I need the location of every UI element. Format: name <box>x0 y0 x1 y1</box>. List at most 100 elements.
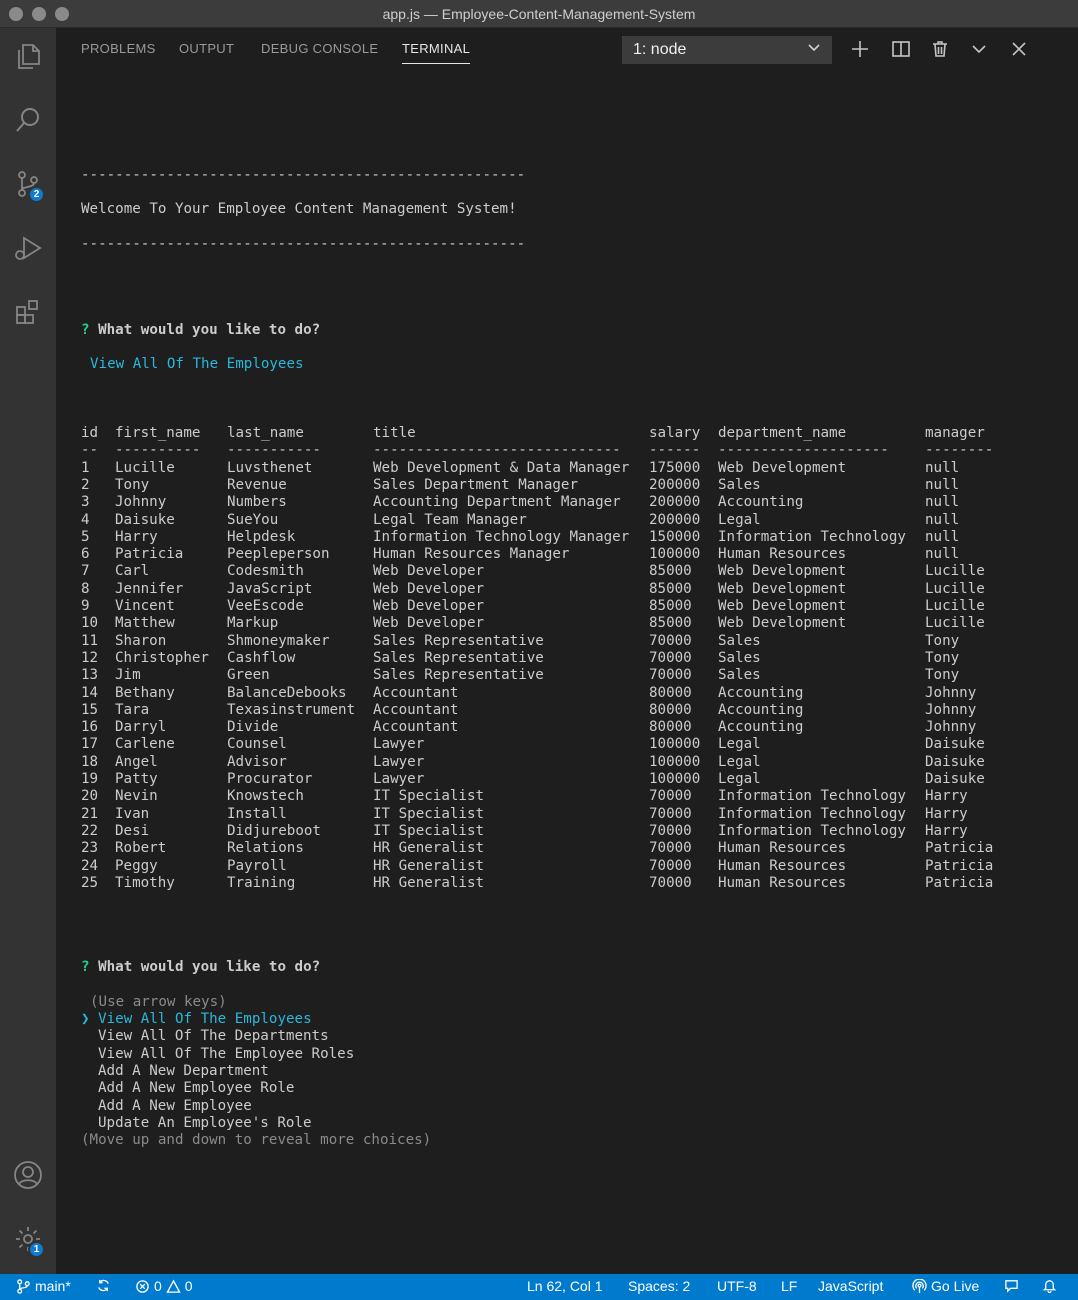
table-cell: IT Specialist <box>373 822 485 839</box>
error-icon <box>136 1279 149 1293</box>
tab-terminal[interactable]: TERMINAL <box>402 41 471 64</box>
choice-item[interactable]: Add A New Department <box>98 1063 269 1080</box>
choice-label: Add A New Department <box>98 1062 269 1079</box>
more-choices-hint: (Move up and down to reveal more choices… <box>81 1132 432 1149</box>
table-cell: null <box>925 494 960 511</box>
problems-indicator[interactable]: 0 0 <box>135 1278 193 1294</box>
table-cell: 100000 <box>649 736 701 753</box>
table-cell: Human Resources <box>718 857 847 874</box>
table-cell: Harry <box>115 528 158 545</box>
branch-indicator[interactable]: main* <box>16 1278 71 1294</box>
divider-rule: ----------------------------------------… <box>81 236 526 252</box>
language-mode[interactable]: JavaScript <box>818 1278 883 1294</box>
table-cell: Lucille <box>925 598 985 614</box>
table-cell: SueYou <box>227 511 279 528</box>
choice-label: Add A New Employee Role <box>98 1080 295 1097</box>
prompt-mark: ? <box>81 959 90 975</box>
notifications-button[interactable] <box>1042 1278 1057 1293</box>
divider-rule: ----------------------------------------… <box>81 167 526 183</box>
table-cell: 20 <box>81 788 99 805</box>
end-of-line[interactable]: LF <box>781 1278 797 1294</box>
table-cell: Lucille <box>925 580 985 597</box>
terminal-output[interactable]: ----------------------------------------… <box>81 28 993 1148</box>
table-cell: Angel <box>115 753 158 770</box>
table-cell: Helpdesk <box>227 528 296 545</box>
accounts-icon[interactable] <box>0 1151 56 1199</box>
table-cell: Didjureboot <box>227 822 321 839</box>
chevron-down-icon <box>972 45 986 54</box>
table-cell: 70000 <box>649 874 692 891</box>
go-live-button[interactable]: Go Live <box>912 1278 979 1294</box>
arrow-keys-hint: (Use arrow keys) <box>90 994 227 1010</box>
terminal-select[interactable]: 1: node <box>622 36 832 64</box>
choice-item[interactable]: Update An Employee's Role <box>98 1115 312 1132</box>
table-cell: Sales <box>718 667 761 684</box>
table-cell: Information Technology <box>718 805 906 822</box>
table-cell: 175000 <box>649 459 701 476</box>
error-count: 0 <box>154 1278 162 1294</box>
prompt-question: ? What would you like to do? <box>81 959 320 976</box>
choice-label: View All Of The Departments <box>98 1028 329 1045</box>
table-cell: Lawyer <box>373 753 425 770</box>
close-panel-button[interactable] <box>1008 38 1030 60</box>
table-cell: 150000 <box>649 528 701 545</box>
feedback-button[interactable] <box>1004 1278 1019 1293</box>
prompt-mark: ? <box>81 322 90 338</box>
encoding[interactable]: UTF-8 <box>717 1278 757 1294</box>
table-cell: Training <box>227 874 296 891</box>
table-cell: 70000 <box>649 805 692 822</box>
table-cell: Patricia <box>925 857 994 874</box>
table-cell: 80000 <box>649 719 692 736</box>
explorer-icon[interactable] <box>0 32 56 80</box>
sync-button[interactable] <box>96 1278 111 1293</box>
table-cell: Legal <box>718 736 761 753</box>
prompt-question: ? What would you like to do? <box>81 322 320 339</box>
table-cell: Human Resources <box>718 840 847 857</box>
extensions-icon[interactable] <box>0 288 56 336</box>
table-cell: Bethany <box>115 684 175 701</box>
question-text: What would you like to do? <box>98 959 321 975</box>
table-cell: Accountant <box>373 701 459 718</box>
table-cell: 16 <box>81 719 99 736</box>
search-icon[interactable] <box>0 96 56 144</box>
table-cell: Markup <box>227 615 279 632</box>
choice-item[interactable]: ❯ View All Of The Employees <box>81 1011 312 1028</box>
table-cell: null <box>925 459 960 476</box>
tab-output[interactable]: OUTPUT <box>179 41 234 56</box>
column-separator: ---------- <box>115 442 201 459</box>
new-terminal-button[interactable] <box>849 38 871 60</box>
table-cell: Information Technology Manager <box>373 528 630 545</box>
choice-item[interactable]: Add A New Employee <box>98 1098 252 1115</box>
maximize-panel-button[interactable] <box>968 38 990 60</box>
table-cell: Sales Department Manager <box>373 476 578 493</box>
table-cell: HR Generalist <box>373 857 485 874</box>
selection-pointer: ❯ <box>81 1011 90 1027</box>
table-cell: Lawyer <box>373 736 425 753</box>
table-cell: Green <box>227 667 270 684</box>
choice-item[interactable]: View All Of The Departments <box>98 1028 329 1045</box>
split-terminal-button[interactable] <box>890 38 912 60</box>
table-cell: Johnny <box>925 701 977 718</box>
table-cell: Sales Representative <box>373 632 544 649</box>
kill-terminal-button[interactable] <box>929 38 951 60</box>
indentation[interactable]: Spaces: 2 <box>628 1278 690 1294</box>
table-cell: Shmoneymaker <box>227 632 330 649</box>
table-cell: 85000 <box>649 615 692 632</box>
table-cell: 23 <box>81 840 99 857</box>
source-control-icon[interactable] <box>0 160 56 208</box>
table-cell: 70000 <box>649 822 692 839</box>
run-debug-icon[interactable] <box>0 224 56 272</box>
choice-item[interactable]: View All Of The Employee Roles <box>98 1046 354 1063</box>
title-bar: app.js — Employee-Content-Management-Sys… <box>0 0 1078 28</box>
table-cell: 12 <box>81 649 99 666</box>
column-separator: -- <box>81 442 99 459</box>
table-cell: 17 <box>81 736 99 753</box>
table-cell: Carl <box>115 563 150 580</box>
table-cell: 15 <box>81 701 99 718</box>
tab-debug-console[interactable]: DEBUG CONSOLE <box>261 41 378 56</box>
choice-item[interactable]: Add A New Employee Role <box>98 1080 294 1097</box>
gear-icon[interactable] <box>0 1215 56 1263</box>
cursor-position[interactable]: Ln 62, Col 1 <box>527 1278 603 1294</box>
column-separator: ----------------------------- <box>373 442 621 459</box>
table-cell: Peggy <box>115 857 158 874</box>
